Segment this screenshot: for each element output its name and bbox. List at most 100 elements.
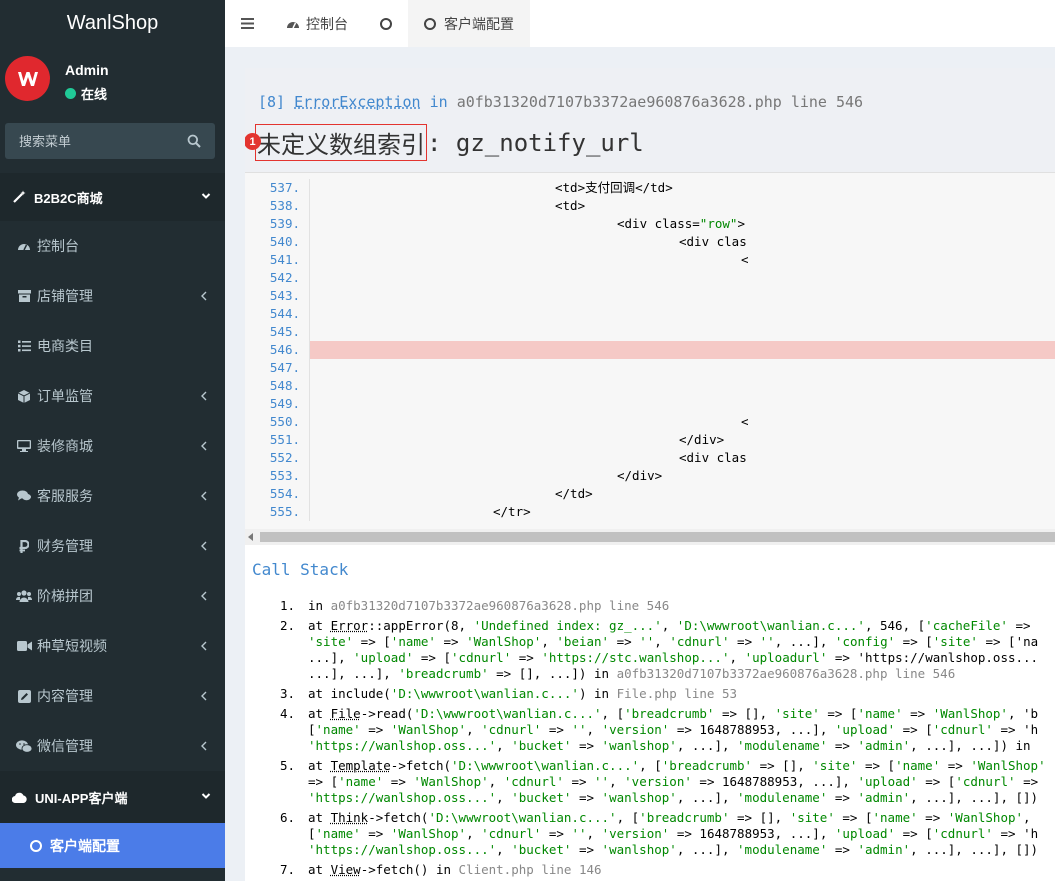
exception-file: a0fb31320d7107b3372ae960876a3628.php (456, 93, 782, 111)
exception-message: 1 未定义数组索引 : gz_notify_url (245, 124, 644, 161)
stack-item-line: at include('D:\wwwroot\wanlian.c...') in… (308, 686, 738, 701)
line-number: 537. (269, 180, 300, 195)
code-line: 545. (245, 323, 1055, 341)
stack-item-line: 'site' => ['name' => 'WanlShop', 'beian'… (308, 634, 1039, 649)
sidebar-item-client-config[interactable]: 客户端配置 (0, 823, 225, 868)
cloud-icon (12, 792, 27, 803)
menu-group-uniapp[interactable]: UNI-APP客户端 (0, 771, 225, 823)
code-text: <div clas (310, 233, 1055, 251)
stack-item-line: at Error::appError(8, 'Undefined index: … (308, 618, 1031, 633)
line-number: 544. (269, 306, 300, 321)
stack-item-number: 7. (280, 862, 296, 877)
sidebar-item-group-buy[interactable]: 阶梯拼团 (0, 571, 225, 621)
code-line: 549. (245, 395, 1055, 413)
sidebar-item-service[interactable]: 客服服务 (0, 471, 225, 521)
sidebar-item-finance[interactable]: 财务管理 (0, 521, 225, 571)
code-token: <div clas (679, 234, 747, 249)
code-line: 541. < (245, 251, 1055, 269)
code-text: </div> (310, 467, 1055, 485)
stack-item-line: ['name' => 'WanlShop', 'cdnurl' => '', '… (308, 826, 1039, 841)
sidebar-item-wechat[interactable]: 微信管理 (0, 721, 225, 771)
code-line: 546. (245, 341, 1055, 359)
code-token: <td> (555, 198, 586, 213)
scroll-left-icon[interactable] (248, 533, 253, 541)
sidebar-item-label: 微信管理 (37, 738, 93, 754)
line-number: 552. (269, 450, 300, 465)
top-navbar: 控制台 客户端配置 (225, 0, 1055, 47)
call-stack-title: Call Stack (252, 560, 349, 579)
stack-item-line: ...], ...], 'breadcrumb' => [], ...]) in… (308, 666, 956, 681)
stack-item-line: 'https://wanlshop.oss...', 'bucket' => '… (308, 842, 1039, 857)
desktop-icon (16, 440, 32, 452)
code-text: <div class="row"> (310, 215, 1055, 233)
tab-blank[interactable] (364, 0, 408, 47)
sidebar-item-decorate[interactable]: 装修商城 (0, 421, 225, 471)
sidebar-item-label: 内容管理 (37, 688, 93, 704)
line-number: 543. (269, 288, 300, 303)
chevron-left-icon (201, 441, 207, 451)
sidebar-item-dashboard[interactable]: 控制台 (0, 221, 225, 271)
tab-dashboard[interactable]: 控制台 (270, 0, 364, 47)
code-line: 551. </div> (245, 431, 1055, 449)
search-input[interactable] (19, 133, 169, 149)
stack-item: 7. at View->fetch() in Client.php line 14… (245, 862, 1055, 878)
sidebar-item-video[interactable]: 种草短视频 (0, 621, 225, 671)
scrollbar-thumb[interactable] (260, 532, 1055, 542)
stack-item-line: at Think->fetch('D:\wwwroot\wanlian.c...… (308, 810, 1031, 825)
circle-icon (424, 17, 436, 30)
search-icon[interactable] (187, 134, 201, 148)
stack-item-line: 'https://wanlshop.oss...', 'bucket' => '… (308, 738, 1031, 753)
stack-item-line: in a0fb31320d7107b3372ae960876a3628.php … (308, 598, 670, 613)
line-number: 550. (269, 414, 300, 429)
code-text: </tr> (310, 503, 1055, 521)
exception-message-rest: : gz_notify_url (427, 128, 644, 157)
ruble-icon (16, 539, 32, 553)
chevron-down-icon (201, 793, 211, 799)
stack-item-line: => ['name' => 'WanlShop', 'cdnurl' => ''… (308, 774, 1039, 789)
exception-title: [8] ErrorException in a0fb31320d7107b337… (258, 93, 863, 111)
avatar[interactable] (5, 56, 50, 101)
exception-in: in (429, 93, 448, 111)
code-token: </td> (555, 486, 593, 501)
chevron-left-icon (201, 591, 207, 601)
brand-logo[interactable]: WanlShop (0, 0, 225, 47)
chevron-left-icon (201, 291, 207, 301)
code-text: <td>支付回调</td> (310, 179, 1055, 197)
stack-item: 5. at Template->fetch('D:\wwwroot\wanlian… (245, 758, 1055, 806)
exception-type[interactable]: ErrorException (294, 93, 420, 111)
code-token: < (741, 414, 749, 429)
stack-item-line: at Template->fetch('D:\wwwroot\wanlian.c… (308, 758, 1046, 773)
dashboard-icon (16, 240, 32, 252)
tab-client-config[interactable]: 客户端配置 (408, 0, 530, 47)
line-number: 542. (269, 270, 300, 285)
users-icon (16, 590, 32, 602)
line-number: 539. (269, 216, 300, 231)
circle-icon (30, 839, 42, 852)
code-token: < (741, 252, 749, 267)
code-line: 537. <td>支付回调</td> (245, 179, 1055, 197)
sidebar-item-orders[interactable]: 订单监管 (0, 371, 225, 421)
stack-item: 4. at File->read('D:\wwwroot\wanlian.c...… (245, 706, 1055, 754)
exception-line: 546 (835, 93, 864, 111)
stack-item-number: 4. (280, 706, 296, 721)
menu-toggle-icon[interactable] (225, 0, 270, 47)
sidebar-item-label: 订单监管 (37, 388, 93, 404)
menu-search (5, 123, 215, 159)
line-number: 549. (269, 396, 300, 411)
menu-group-b2b2c[interactable]: B2B2C商城 (0, 173, 225, 221)
cube-icon (16, 389, 32, 403)
stack-item: 6. at Think->fetch('D:\wwwroot\wanlian.c.… (245, 810, 1055, 858)
code-line: 547. (245, 359, 1055, 377)
stack-item-line: ...], 'upload' => ['cdnurl' => 'https://… (308, 650, 1039, 665)
sidebar-item-shop[interactable]: 店铺管理 (0, 271, 225, 321)
sidebar-item-label: 电商类目 (37, 338, 93, 354)
horizontal-scrollbar[interactable] (245, 529, 1055, 545)
stack-item-line: at File->read('D:\wwwroot\wanlian.c...',… (308, 706, 1039, 721)
user-name: Admin (65, 62, 109, 78)
archive-icon (16, 290, 32, 302)
code-token: </div> (617, 468, 663, 483)
sidebar-item-content[interactable]: 内容管理 (0, 671, 225, 721)
sidebar-item-category[interactable]: 电商类目 (0, 321, 225, 371)
